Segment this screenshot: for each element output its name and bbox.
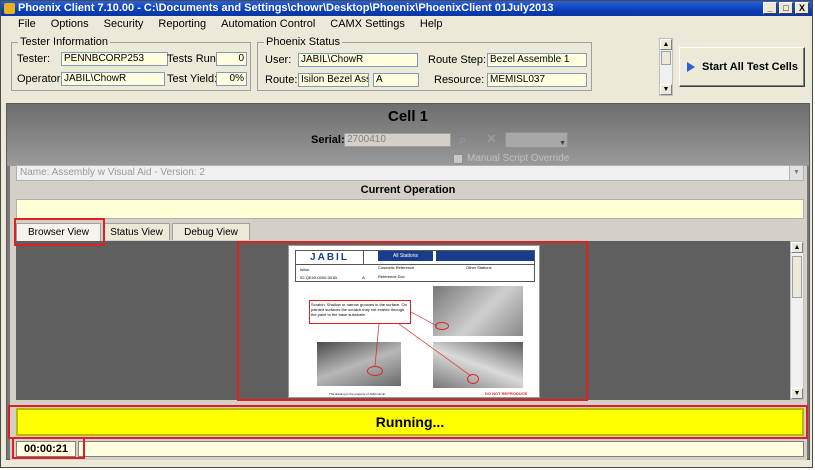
clear-icon[interactable]: ✕	[486, 131, 497, 147]
browser-scroll-down-icon[interactable]: ▼	[791, 388, 803, 399]
tester-information-group: Tester Information Tester: PENNBCORP253 …	[11, 36, 251, 91]
browser-view-highlight	[14, 218, 105, 246]
top-panel: Tester Information Tester: PENNBCORP253 …	[1, 33, 812, 99]
cell-title: Cell 1	[387, 108, 429, 125]
tester-label: Tester:	[17, 53, 51, 65]
menu-help[interactable]: Help	[413, 16, 451, 33]
window-title: Phoenix Client 7.10.00 - C:\Documents an…	[18, 2, 554, 14]
browser-scrollbar[interactable]: ▲ ▼	[790, 241, 804, 400]
menu-bar: File Options Security Reporting Automati…	[1, 16, 812, 33]
document-highlight	[237, 241, 588, 401]
menu-automation-control[interactable]: Automation Control	[214, 16, 323, 33]
user-field[interactable]: JABIL\ChowR	[298, 53, 418, 67]
menu-reporting[interactable]: Reporting	[151, 16, 214, 33]
play-icon	[687, 62, 695, 72]
tab-status-view[interactable]: Status View	[103, 223, 170, 240]
manual-override-label: Manual Script Override	[467, 153, 570, 164]
script-name-combo[interactable]: Name: Assembly w Visual Aid - Version: 2…	[16, 165, 804, 181]
manual-override-checkbox[interactable]	[453, 154, 463, 164]
browser-scrollbar-thumb[interactable]	[792, 256, 802, 298]
tests-run-label: Tests Run:	[167, 53, 219, 65]
browser-scroll-up-icon[interactable]: ▲	[791, 242, 803, 253]
route-field[interactable]: Isilon Bezel Asse	[298, 73, 369, 87]
menu-security[interactable]: Security	[97, 16, 152, 33]
menu-options[interactable]: Options	[44, 16, 97, 33]
minimize-button[interactable]: _	[763, 2, 777, 14]
timer-highlight	[12, 437, 85, 459]
route-revision-field[interactable]: A	[373, 73, 419, 87]
title-bar: Phoenix Client 7.10.00 - C:\Documents an…	[1, 1, 812, 16]
menu-camx-settings[interactable]: CAMX Settings	[323, 16, 413, 33]
resource-field[interactable]: MEMISL037	[487, 73, 587, 87]
user-label: User:	[265, 54, 292, 66]
scrollbar-thumb[interactable]	[661, 51, 671, 65]
cell-header: Cell 1 Serial: 2700410 ⌕ ✕ ▼ Manual Scri…	[7, 104, 809, 166]
resource-label: Resource:	[434, 74, 485, 86]
combo-dropdown-arrow-icon[interactable]: ▼	[789, 166, 803, 180]
app-icon	[4, 3, 15, 14]
dropdown-arrow-icon: ▼	[559, 140, 566, 147]
test-yield-label: Test Yield:	[167, 73, 218, 85]
start-all-test-cells-label: Start All Test Cells	[702, 61, 798, 73]
tester-information-legend: Tester Information	[18, 36, 111, 48]
route-label: Route:	[265, 74, 298, 86]
scroll-up-arrow-icon[interactable]: ▲	[660, 39, 672, 50]
serial-field[interactable]: 2700410	[344, 133, 451, 147]
scroll-down-arrow-icon[interactable]: ▼	[660, 84, 672, 95]
tab-debug-view[interactable]: Debug View	[172, 223, 250, 240]
maximize-button[interactable]: □	[779, 2, 793, 14]
phoenix-status-legend: Phoenix Status	[264, 36, 342, 48]
menu-file[interactable]: File	[11, 16, 44, 33]
status-highlight	[8, 405, 808, 439]
cells-scrollbar[interactable]: ▲ ▼	[659, 38, 673, 96]
route-step-label: Route Step:	[428, 54, 487, 66]
script-name-text: Name: Assembly w Visual Aid - Version: 2	[20, 167, 205, 178]
search-icon[interactable]: ⌕	[459, 132, 466, 148]
serial-dropdown[interactable]: ▼	[505, 132, 568, 148]
main-window: Phoenix Client 7.10.00 - C:\Documents an…	[0, 0, 813, 468]
close-button[interactable]: X	[795, 2, 809, 14]
route-step-field[interactable]: Bezel Assemble 1	[487, 53, 587, 67]
operator-field[interactable]: JABIL\ChowR	[61, 72, 165, 86]
status-message-field	[78, 441, 804, 457]
start-all-test-cells-button[interactable]: Start All Test Cells	[679, 47, 805, 87]
serial-label: Serial:	[311, 134, 345, 146]
tester-field[interactable]: PENNBCORP253	[61, 52, 168, 66]
phoenix-status-group: Phoenix Status User: JABIL\ChowR Route S…	[257, 36, 592, 91]
current-operation-field	[16, 199, 804, 219]
tests-run-field[interactable]: 0	[216, 52, 247, 66]
test-yield-field[interactable]: 0%	[216, 72, 247, 86]
current-operation-label: Current Operation	[360, 184, 456, 196]
operator-label: Operator:	[17, 73, 64, 85]
